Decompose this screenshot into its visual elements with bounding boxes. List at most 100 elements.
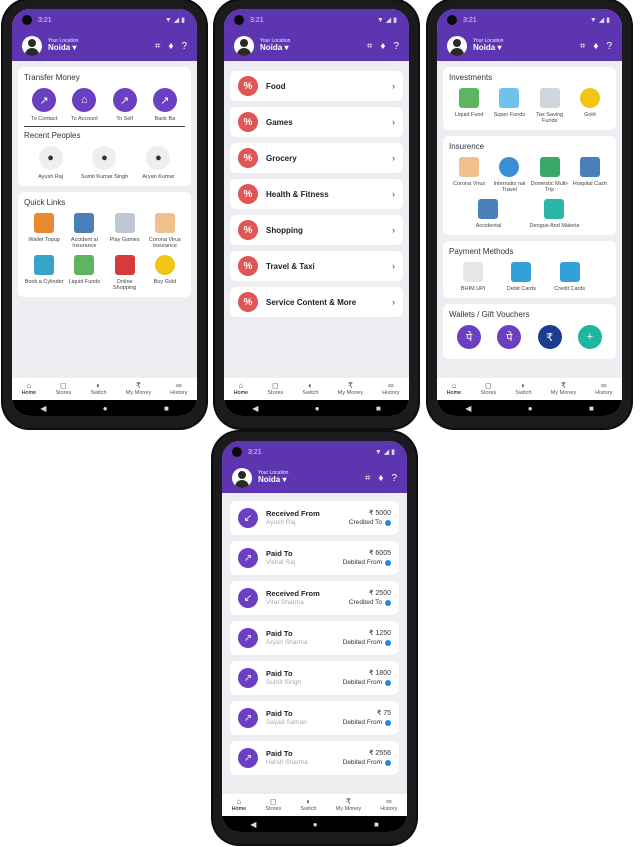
wallet-item[interactable]: + (570, 325, 610, 353)
home-circle-icon[interactable]: ● (103, 404, 108, 413)
recents-icon[interactable]: ■ (589, 404, 594, 413)
home-circle-icon[interactable]: ● (313, 820, 318, 829)
store-food[interactable]: % Food › (230, 71, 403, 101)
quick-link[interactable]: Corona Virus Insurance (145, 213, 185, 249)
transaction-row[interactable]: ↙ Received From Ayush Raj ₹ 5000 Credited To (230, 501, 399, 535)
transaction-row[interactable]: ↗ Paid To Sayad Saman ₹ 75 Debited From (230, 701, 399, 735)
insurance-item[interactable]: Hospital Cash (570, 157, 610, 193)
nav-history[interactable]: ∞ History (170, 381, 187, 397)
transaction-row[interactable]: ↙ Received From Virat Sharma ₹ 2500 Credited… (230, 581, 399, 615)
recents-icon[interactable]: ■ (374, 820, 379, 829)
store-shopping[interactable]: % Shopping › (230, 215, 403, 245)
store-grocery[interactable]: % Grocery › (230, 143, 403, 173)
back-icon[interactable]: ◀ (40, 404, 46, 413)
avatar[interactable] (447, 36, 467, 56)
store-health[interactable]: % Health & Fitness › (230, 179, 403, 209)
quick-link[interactable]: Online Shopping (105, 255, 145, 291)
quick-link[interactable]: Accident al Insurance (64, 213, 104, 249)
avatar[interactable] (22, 36, 42, 56)
qr-scan-icon[interactable]: ⌗ (367, 41, 373, 52)
nav-switch[interactable]: ◐ Switch (302, 381, 318, 397)
payment-item[interactable]: Credit Cards (546, 262, 594, 292)
nav-switch[interactable]: ◐ Switch (90, 381, 106, 397)
wallet-item[interactable]: ₹ (530, 325, 570, 353)
recents-icon[interactable]: ■ (164, 404, 169, 413)
help-icon[interactable]: ? (181, 41, 187, 52)
payment-item[interactable]: Debit Cards (497, 262, 545, 292)
nav-stores[interactable]: ◻ Stores (55, 381, 71, 397)
nav-home[interactable]: ⌂ Home (22, 381, 37, 397)
quick-link[interactable]: Liquid Funds (64, 255, 104, 291)
bell-icon[interactable]: ♦ (168, 41, 173, 52)
transaction-row[interactable]: ↗ Paid To Harsh Sharma ₹ 2556 Debited From (230, 741, 399, 775)
insurance-item[interactable]: Domestic Multi-Trip (530, 157, 570, 193)
to-account-button[interactable]: ⌂ To Account (64, 88, 104, 122)
nav-my-money[interactable]: ₹ My Money (551, 381, 576, 397)
store-games[interactable]: % Games › (230, 107, 403, 137)
payment-item[interactable]: BHIM UPI (449, 262, 497, 292)
location[interactable]: Your Location Noida ▾ (48, 38, 78, 53)
insurance-item[interactable]: Accidental (459, 199, 519, 229)
nav-switch[interactable]: ◐ Switch (300, 797, 316, 813)
insurance-item[interactable]: Internatio nal Travel (489, 157, 529, 193)
avatar[interactable] (234, 36, 254, 56)
recents-icon[interactable]: ■ (376, 404, 381, 413)
basket-icon (114, 255, 135, 275)
location[interactable]: Your Location Noida ▾ (260, 38, 290, 53)
investment-item[interactable]: Liquid Fund (449, 88, 489, 124)
investment-item[interactable]: Gold (570, 88, 610, 124)
transaction-row[interactable]: ↗ Paid To Aryan Sharma ₹ 1250 Debited From (230, 621, 399, 655)
nav-home[interactable]: ⌂ Home (232, 797, 247, 813)
quick-link[interactable]: Book a Cylinder (24, 255, 64, 291)
nav-home[interactable]: ⌂ Home (234, 381, 249, 397)
quick-link[interactable]: Wallet Topup (24, 213, 64, 249)
insurance-item[interactable]: Corona Virus (449, 157, 489, 193)
back-icon[interactable]: ◀ (250, 820, 256, 829)
transaction-row[interactable]: ↗ Paid To Sumit Singh ₹ 1800 Debited From (230, 661, 399, 695)
bank-balance-button[interactable]: ↗ Bank Ba (145, 88, 185, 122)
recent-person[interactable]: ● Ayush Raj (24, 146, 77, 180)
help-icon[interactable]: ? (393, 41, 399, 52)
help-icon[interactable]: ? (606, 41, 612, 52)
location[interactable]: Your Location Noida ▾ (258, 470, 288, 485)
wallet-item[interactable]: पे (489, 325, 529, 353)
quick-link[interactable]: Buy Gold (145, 255, 185, 291)
back-icon[interactable]: ◀ (465, 404, 471, 413)
help-icon[interactable]: ? (391, 473, 397, 484)
nav-history[interactable]: ∞ History (380, 797, 397, 813)
back-icon[interactable]: ◀ (252, 404, 258, 413)
insurance-item[interactable]: Dengue And Maleria (518, 199, 590, 229)
nav-home[interactable]: ⌂ Home (447, 381, 462, 397)
nav-my-money[interactable]: ₹ My Money (126, 381, 151, 397)
to-contact-button[interactable]: ↗ To Contact (24, 88, 64, 122)
quick-link[interactable]: Play Games (105, 213, 145, 249)
arrow-out-icon: ↗ (238, 548, 258, 568)
qr-scan-icon[interactable]: ⌗ (155, 41, 161, 52)
home-circle-icon[interactable]: ● (315, 404, 320, 413)
recent-person[interactable]: ● Sumit Kumar Singh (77, 146, 132, 180)
nav-stores[interactable]: ◻ Stores (267, 381, 283, 397)
home-circle-icon[interactable]: ● (528, 404, 533, 413)
store-service[interactable]: % Service Content & More › (230, 287, 403, 317)
bell-icon[interactable]: ♦ (378, 473, 383, 484)
location[interactable]: Your Location Noida ▾ (473, 38, 503, 53)
bell-icon[interactable]: ♦ (593, 41, 598, 52)
investment-item[interactable]: Tax Saving Funds (530, 88, 570, 124)
transaction-row[interactable]: ↗ Paid To Vishal Raj ₹ 6005 Debited From (230, 541, 399, 575)
avatar[interactable] (232, 468, 252, 488)
recent-person[interactable]: ● Aryan Kumar (132, 146, 185, 180)
investment-item[interactable]: Super Funds (489, 88, 529, 124)
nav-history[interactable]: ∞ History (382, 381, 399, 397)
wallet-item[interactable]: पे (449, 325, 489, 353)
nav-stores[interactable]: ◻ Stores (480, 381, 496, 397)
nav-switch[interactable]: ◐ Switch (515, 381, 531, 397)
nav-my-money[interactable]: ₹ My Money (336, 797, 361, 813)
bell-icon[interactable]: ♦ (380, 41, 385, 52)
nav-my-money[interactable]: ₹ My Money (338, 381, 363, 397)
to-self-button[interactable]: ↗ To Self (105, 88, 145, 122)
store-travel[interactable]: % Travel & Taxi › (230, 251, 403, 281)
nav-stores[interactable]: ◻ Stores (265, 797, 281, 813)
qr-scan-icon[interactable]: ⌗ (580, 41, 586, 52)
qr-scan-icon[interactable]: ⌗ (365, 473, 371, 484)
nav-history[interactable]: ∞ History (595, 381, 612, 397)
